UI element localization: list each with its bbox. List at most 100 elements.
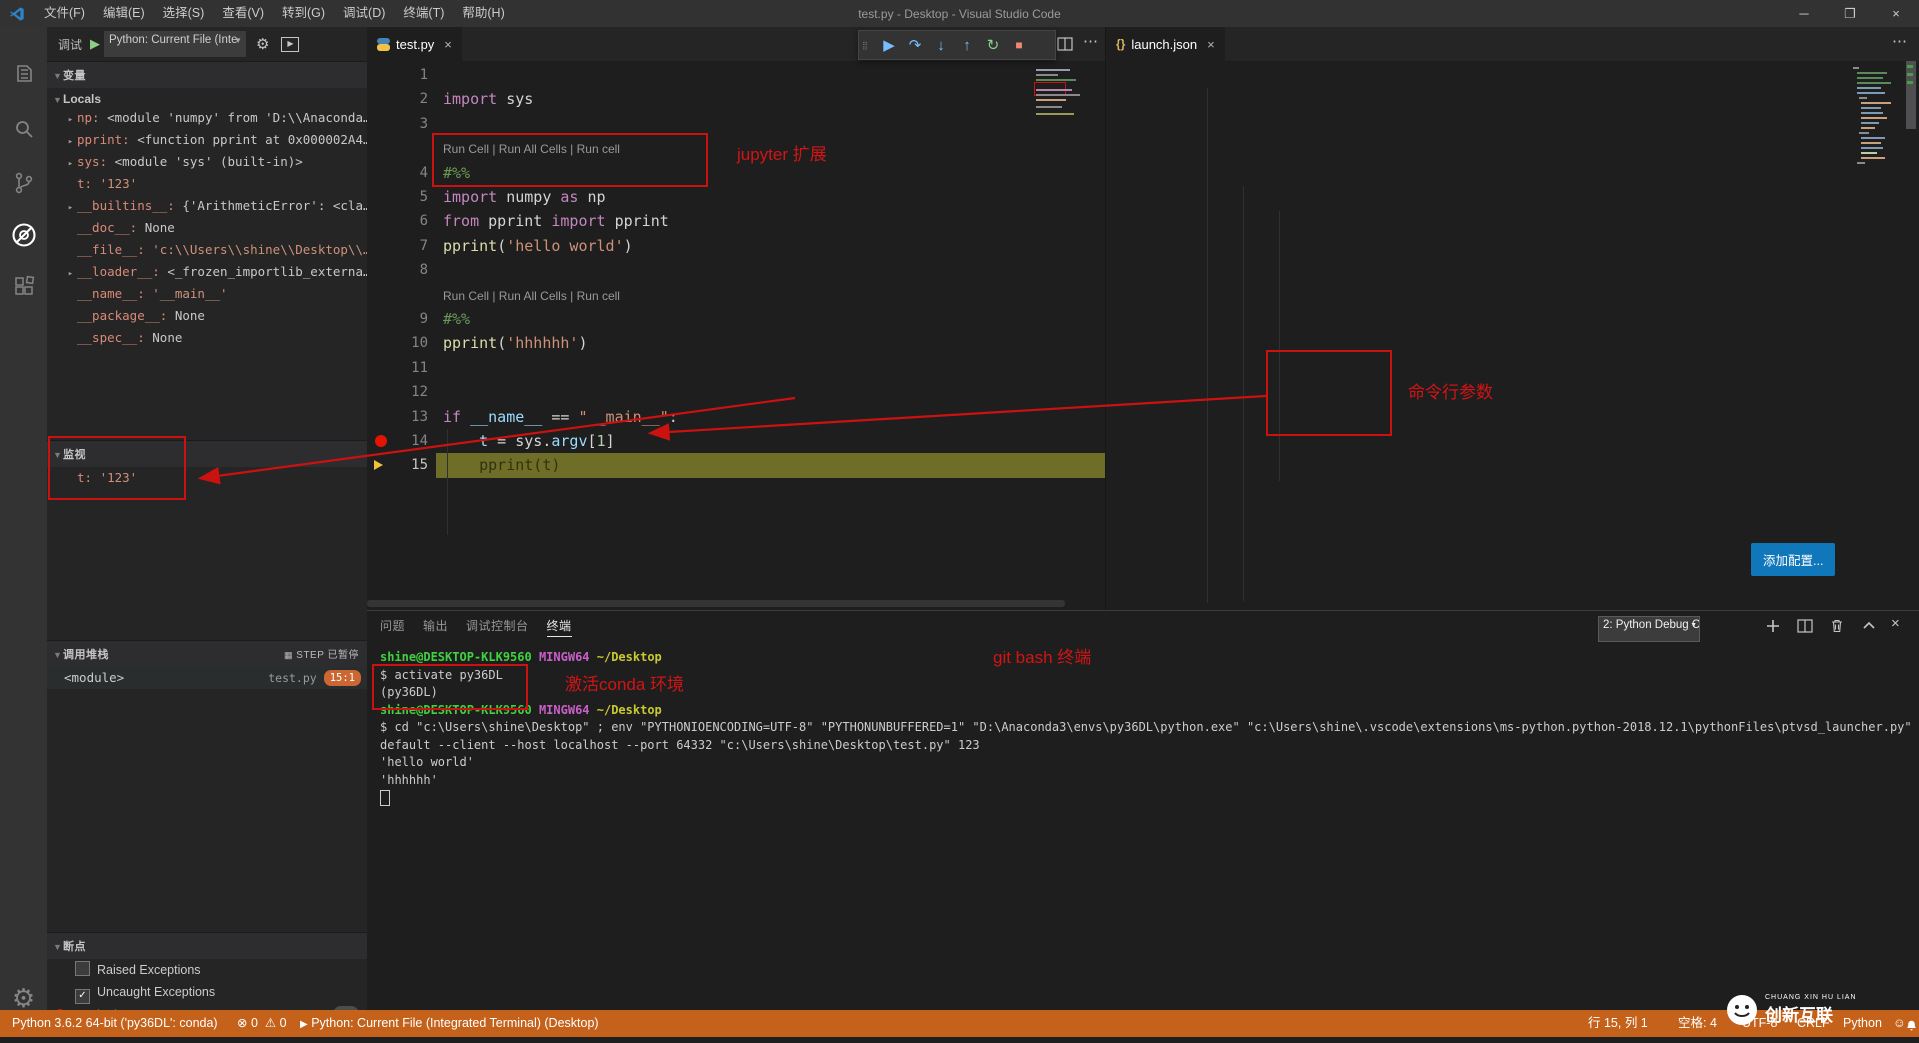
close-icon[interactable]: × <box>1873 0 1919 27</box>
step-into-icon[interactable]: ↓ <box>928 37 954 54</box>
local-variable[interactable]: __doc__: None <box>47 217 384 239</box>
debug-gear-icon[interactable]: ⚙ <box>256 35 269 53</box>
panel-tab-item[interactable]: 调试控制台 <box>466 619 529 636</box>
code-line[interactable]: 15 pprint(t) <box>367 453 1105 477</box>
menu-item[interactable]: 编辑(E) <box>94 6 154 20</box>
menu-item[interactable]: 终端(T) <box>394 6 453 20</box>
split-editor-icon[interactable] <box>1057 36 1073 57</box>
new-terminal-icon[interactable] <box>1765 618 1781 639</box>
expand-icon[interactable]: ▸ <box>64 197 77 217</box>
drag-handle[interactable]: ⣿ <box>862 41 876 50</box>
tab-launchjson[interactable]: {} launch.json× <box>1106 27 1225 61</box>
local-variable[interactable]: __package__: None <box>47 305 384 327</box>
menu-item[interactable]: 转到(G) <box>273 6 334 20</box>
menu-item[interactable]: 帮助(H) <box>453 6 513 20</box>
cursor-position[interactable]: 行 15, 列 1 <box>1588 1010 1648 1037</box>
indentation[interactable]: 空格: 4 <box>1678 1010 1717 1037</box>
editor-launchjson[interactable]: 1{2 // 使用 IntelliSense 了解相关属性。3 // 悬停以查看… <box>1105 61 1919 610</box>
vertical-scrollbar[interactable] <box>1904 61 1918 610</box>
code-line[interactable]: 10pprint('hhhhhh') <box>367 331 1105 355</box>
code-line[interactable]: 6from pprint import pprint <box>367 209 1105 233</box>
expand-icon[interactable]: ▸ <box>64 109 77 129</box>
kill-terminal-icon[interactable] <box>1829 618 1845 639</box>
breakpoint-item[interactable]: Raised Exceptions <box>47 959 367 981</box>
expand-icon[interactable]: ▸ <box>64 263 77 283</box>
stack-frame[interactable]: <module> 15:1 test.py <box>47 667 367 689</box>
terminal-output[interactable]: shine@DESKTOP-KLK9560 MINGW64 ~/Desktop$… <box>367 649 1919 1011</box>
code-line[interactable]: 13if __name__ == "__main__": <box>367 405 1105 429</box>
maximize-icon[interactable]: ❐ <box>1827 0 1873 27</box>
source-control-icon[interactable] <box>0 163 47 203</box>
annotation-box-watch <box>48 436 186 500</box>
variables-header[interactable]: ▼变量 <box>47 61 367 88</box>
stop-icon[interactable]: ■ <box>1006 38 1032 52</box>
local-variable[interactable]: __file__: 'c:\\Users\\shine\\Desktop\\… <box>47 239 384 261</box>
local-variable[interactable]: t: '123' <box>47 173 384 195</box>
callstack-header[interactable]: ▼调用堆栈 ▦ STEP 已暂停 <box>47 640 367 667</box>
code-line[interactable]: 2import sys <box>367 87 1105 111</box>
breakpoints-header[interactable]: ▼断点 <box>47 932 367 959</box>
close-panel-icon[interactable]: × <box>1891 615 1900 632</box>
checkbox[interactable] <box>75 961 90 976</box>
notifications-bell-icon[interactable] <box>1905 1016 1918 1043</box>
start-debug-icon[interactable]: ▶ <box>90 36 100 52</box>
expand-icon[interactable]: ▸ <box>64 131 77 151</box>
split-terminal-icon[interactable] <box>1797 618 1813 639</box>
terminal-select[interactable]: 2: Python Debug Consc ▼ <box>1598 616 1700 642</box>
local-variable[interactable]: ▸np: <module 'numpy' from 'D:\\Anaconda… <box>47 107 384 129</box>
variables-section: ▼变量 ▼Locals <box>47 61 367 106</box>
breakpoint-item[interactable]: ✓Uncaught Exceptions <box>47 981 367 1003</box>
debug-icon[interactable] <box>0 215 47 255</box>
add-configuration-button[interactable]: 添加配置... <box>1751 543 1835 576</box>
feedback-smiley-icon[interactable]: ☺ <box>1893 1010 1906 1037</box>
menu-item[interactable]: 调试(D) <box>334 6 394 20</box>
local-variable[interactable]: __spec__: None <box>47 327 384 349</box>
minimize-icon[interactable]: ─ <box>1781 0 1827 27</box>
debug-console-icon[interactable]: ▶ <box>281 37 299 52</box>
tab-close-icon[interactable]: × <box>444 37 452 52</box>
expand-icon[interactable]: ▸ <box>64 153 77 173</box>
local-variable[interactable]: ▸pprint: <function pprint at 0x000002A4… <box>47 129 384 151</box>
step-over-icon[interactable]: ↷ <box>902 36 928 54</box>
search-icon[interactable] <box>0 109 47 149</box>
step-out-icon[interactable]: ↑ <box>954 37 980 54</box>
menu-item[interactable]: 选择(S) <box>154 6 214 20</box>
debug-config-select[interactable]: Python: Current File (Inte ▼ <box>104 31 246 57</box>
restart-icon[interactable]: ↻ <box>980 36 1006 54</box>
menu-item[interactable]: 查看(V) <box>213 6 273 20</box>
local-variable[interactable]: __name__: '__main__' <box>47 283 384 305</box>
panel-tab-item[interactable]: 输出 <box>423 619 448 636</box>
horizontal-scrollbar[interactable] <box>367 600 1065 607</box>
local-variable[interactable]: ▸__builtins__: {'ArithmeticError': <cla… <box>47 195 384 217</box>
codelens[interactable]: Run Cell | Run All Cells | Run cell <box>367 283 1105 307</box>
panel-tab-item[interactable]: 问题 <box>380 619 405 636</box>
local-variable[interactable]: ▸__loader__: <_frozen_importlib_externa… <box>47 261 384 283</box>
code-line[interactable]: 7pprint('hello world') <box>367 234 1105 258</box>
panel-tab-active[interactable]: 终端 <box>547 619 572 637</box>
code-line[interactable]: 14 t = sys.argv[1] <box>367 429 1105 453</box>
continue-icon[interactable]: ▶ <box>876 36 902 54</box>
code-line[interactable]: 8 <box>367 258 1105 282</box>
menu-item[interactable]: 文件(F) <box>35 6 94 20</box>
code-line[interactable]: 1 <box>367 63 1105 87</box>
checkbox[interactable]: ✓ <box>75 989 90 1004</box>
maximize-panel-icon[interactable] <box>1861 618 1877 639</box>
tab-testpy[interactable]: test.py× <box>367 27 462 61</box>
explorer-icon[interactable] <box>0 55 47 95</box>
more-actions-icon[interactable]: ⋯ <box>1083 32 1098 50</box>
problems-status[interactable]: ⊗ 0 ⚠ 0 <box>237 1010 287 1037</box>
minimap[interactable] <box>1849 61 1904 610</box>
extensions-icon[interactable] <box>0 267 47 307</box>
code-line[interactable]: 5import numpy as np <box>367 185 1105 209</box>
code-line[interactable]: 12 <box>367 380 1105 404</box>
tab-close-icon[interactable]: × <box>1207 37 1215 52</box>
more-actions-icon[interactable]: ⋯ <box>1892 32 1907 50</box>
scope-locals[interactable]: ▼Locals <box>47 88 367 106</box>
breakpoint-dot-icon[interactable] <box>375 435 387 447</box>
debug-target-status[interactable]: ▶ Python: Current File (Integrated Termi… <box>300 1010 599 1038</box>
code-line[interactable]: 11 <box>367 356 1105 380</box>
python-interpreter[interactable]: Python 3.6.2 64-bit ('py36DL': conda) <box>12 1010 218 1037</box>
code-line[interactable]: 9#%% <box>367 307 1105 331</box>
local-variable[interactable]: ▸sys: <module 'sys' (built-in)> <box>47 151 384 173</box>
minimap[interactable] <box>1032 65 1104 125</box>
